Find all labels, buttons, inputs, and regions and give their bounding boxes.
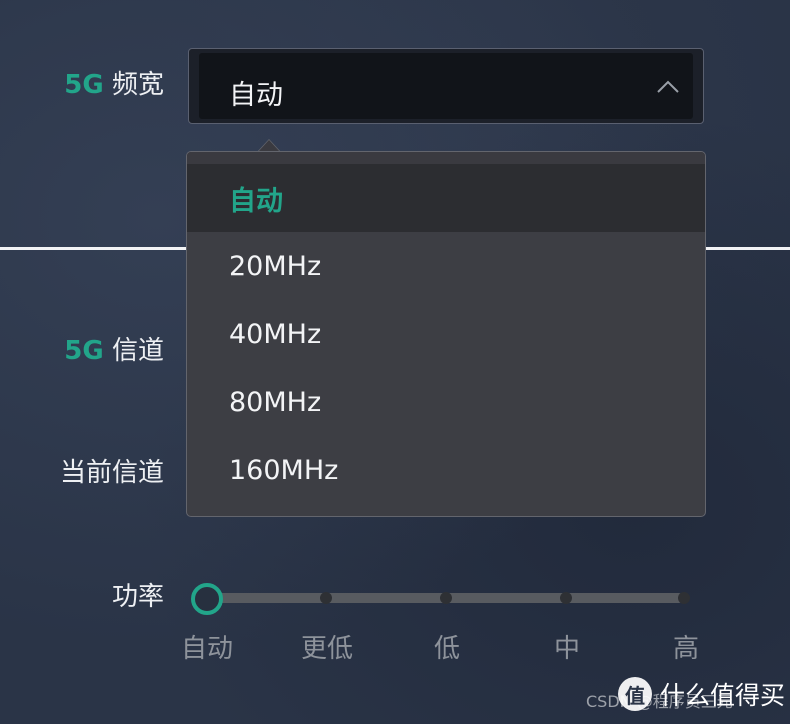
bandwidth-label-text: 频宽 xyxy=(103,70,164,100)
bandwidth-label-prefix: 5G xyxy=(64,70,104,100)
channel-label-text: 信道 xyxy=(103,336,164,366)
power-level-lower[interactable]: 更低 xyxy=(301,628,353,665)
bandwidth-dropdown: 自动 20MHz 40MHz 80MHz 160MHz xyxy=(186,151,706,517)
power-slider-stop-3[interactable] xyxy=(440,592,452,604)
power-slider-stop-5[interactable] xyxy=(678,592,690,604)
bandwidth-select[interactable]: 自动 xyxy=(188,48,704,124)
smzdm-text: 什么值得买 xyxy=(660,681,786,710)
power-slider-knob[interactable] xyxy=(191,583,223,615)
bandwidth-label: 5G 频宽 xyxy=(64,72,164,98)
power-slider-stop-2[interactable] xyxy=(320,592,332,604)
option-160mhz[interactable]: 160MHz xyxy=(187,436,705,504)
option-auto[interactable]: 自动 xyxy=(187,164,705,232)
option-80mhz[interactable]: 80MHz xyxy=(187,368,705,436)
option-20mhz[interactable]: 20MHz xyxy=(187,232,705,300)
chevron-up-icon[interactable] xyxy=(657,79,679,93)
power-level-high[interactable]: 高 xyxy=(673,628,699,665)
power-level-auto[interactable]: 自动 xyxy=(181,628,233,665)
option-40mhz[interactable]: 40MHz xyxy=(187,300,705,368)
current-channel-label: 当前信道 xyxy=(59,458,164,488)
power-level-medium[interactable]: 中 xyxy=(554,628,580,665)
channel-label: 5G 信道 xyxy=(64,338,164,364)
smzdm-watermark: 值 什么值得买 xyxy=(618,676,785,712)
power-label: 功率 xyxy=(111,582,164,612)
dropdown-top-strip xyxy=(187,152,705,164)
channel-label-prefix: 5G xyxy=(64,336,104,366)
bandwidth-selected-value: 自动 xyxy=(229,80,283,111)
power-level-low[interactable]: 低 xyxy=(434,628,460,665)
power-slider-stop-4[interactable] xyxy=(560,592,572,604)
smzdm-logo-icon: 值 xyxy=(618,677,652,711)
